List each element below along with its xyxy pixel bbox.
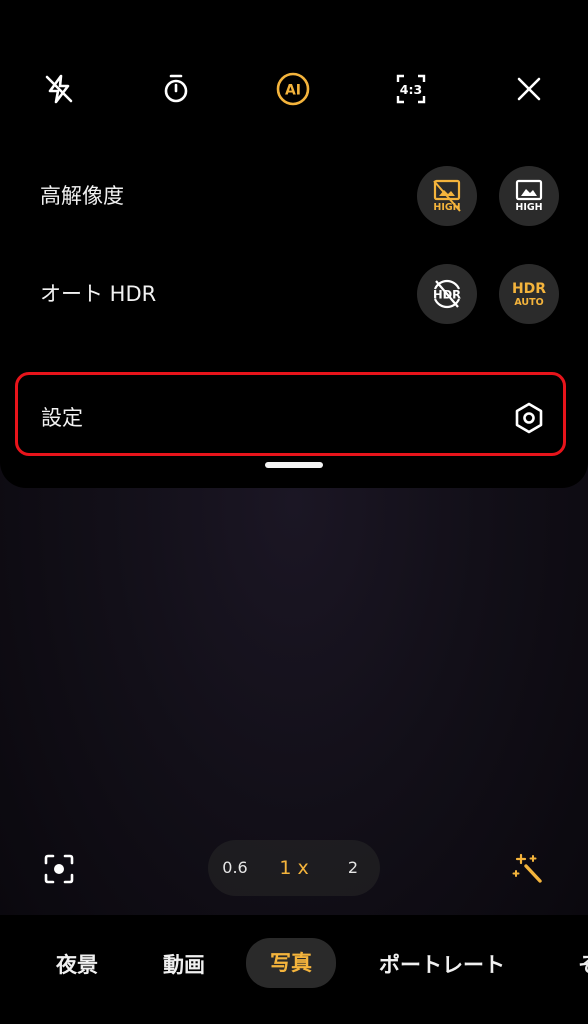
hdr-off-icon: HDR [433, 279, 461, 309]
auto-hdr-row: オート HDR HDR HDR AUTO [0, 264, 588, 324]
mode-photo[interactable]: 写真 [246, 938, 336, 988]
panel-drag-handle[interactable] [265, 462, 323, 468]
zoom-1x[interactable]: 1 x [272, 840, 316, 896]
high-res-on-badge: HIGH [515, 202, 542, 213]
hdr-auto-icon: HDR AUTO [512, 281, 546, 308]
auto-hdr-label: オート HDR [40, 282, 157, 306]
mode-video[interactable]: 動画 [163, 945, 205, 985]
settings-row[interactable]: 設定 [15, 372, 566, 456]
aspect-ratio-label: 4:3 [400, 82, 422, 97]
hdr-off-button[interactable]: HDR [417, 264, 477, 324]
camera-mode-bar: 夜景 動画 写真 ポートレート そ [0, 915, 588, 1024]
zoom-2[interactable]: 2 [336, 840, 370, 896]
ai-icon[interactable]: AI [264, 60, 322, 118]
high-resolution-label: 高解像度 [40, 184, 124, 208]
quick-settings-panel: AI 4:3 高解像度 HIGH HIGH オート HDR HDR AUTO 設… [0, 0, 588, 488]
zoom-0-6[interactable]: 0.6 [216, 840, 254, 896]
settings-label: 設定 [41, 406, 83, 430]
top-toolbar: AI 4:3 [0, 60, 588, 118]
aspect-ratio-icon[interactable]: 4:3 [382, 60, 440, 118]
mode-more[interactable]: そ [578, 945, 588, 985]
mode-portrait[interactable]: ポートレート [379, 945, 505, 985]
high-res-on-button[interactable]: HIGH [499, 166, 559, 226]
magic-wand-icon[interactable] [506, 846, 552, 892]
hdr-auto-badge-top: HDR [512, 281, 546, 297]
hdr-auto-badge-bottom: AUTO [514, 297, 543, 308]
hdr-auto-button[interactable]: HDR AUTO [499, 264, 559, 324]
ai-label: AI [285, 83, 301, 99]
bottom-tools: 0.6 1 x 2 [0, 836, 588, 896]
settings-gear-icon[interactable] [512, 401, 546, 435]
flash-off-icon[interactable] [30, 60, 88, 118]
zoom-selector: 0.6 1 x 2 [208, 840, 380, 896]
high-res-off-button[interactable]: HIGH [417, 166, 477, 226]
high-res-on-icon: HIGH [515, 179, 543, 213]
high-resolution-row: 高解像度 HIGH HIGH [0, 166, 588, 226]
high-res-off-icon: HIGH [433, 179, 461, 213]
timer-icon[interactable] [147, 60, 205, 118]
mode-night[interactable]: 夜景 [56, 945, 98, 985]
close-icon[interactable] [500, 60, 558, 118]
lens-scan-icon[interactable] [36, 846, 82, 892]
